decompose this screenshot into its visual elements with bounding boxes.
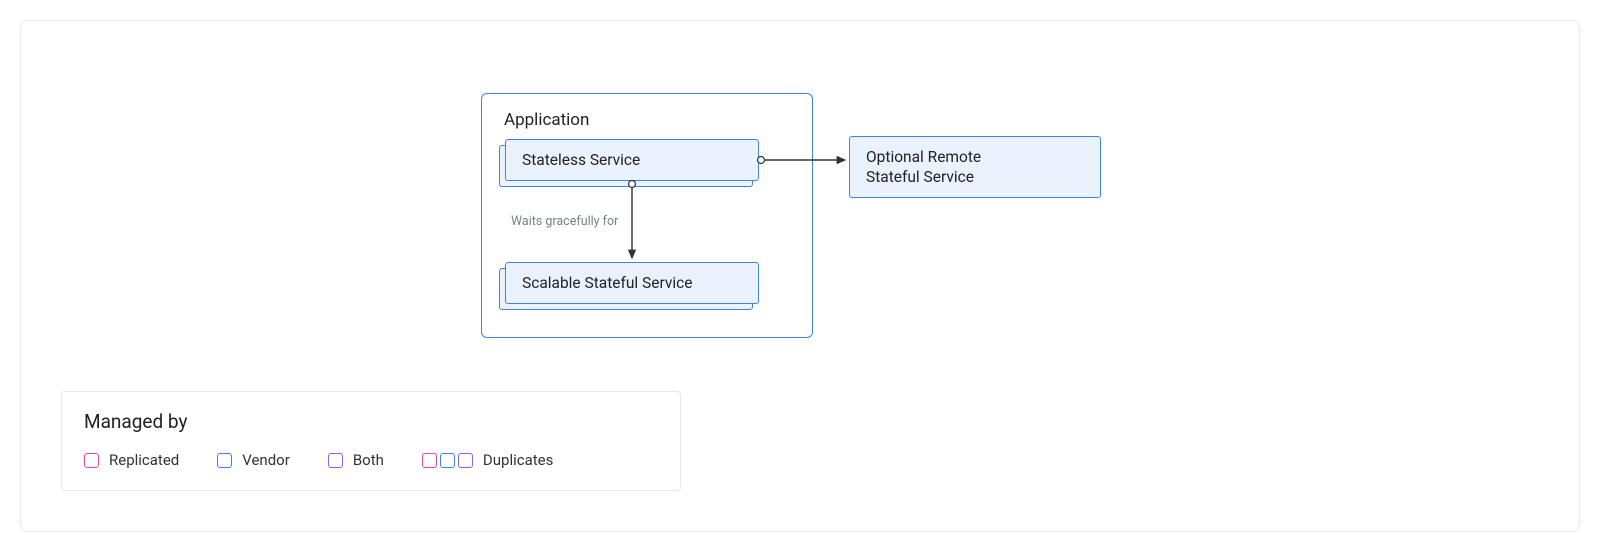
legend-label: Duplicates — [483, 451, 553, 469]
stateless-service-node: Stateless Service — [499, 145, 753, 187]
legend-label: Vendor — [242, 451, 290, 469]
swatch-both — [328, 453, 343, 468]
card-front: Scalable Stateful Service — [505, 262, 759, 304]
legend-label: Replicated — [109, 451, 179, 469]
swatch-replicated — [84, 453, 99, 468]
node-label: Stateless Service — [522, 151, 640, 169]
swatch-replicated — [422, 453, 437, 468]
swatch-vendor — [217, 453, 232, 468]
legend-row: Replicated Vendor Both Duplicates — [84, 451, 658, 469]
legend-item-duplicates: Duplicates — [422, 451, 553, 469]
swatch-group — [422, 453, 473, 468]
legend-item-both: Both — [328, 451, 384, 469]
legend-label: Both — [353, 451, 384, 469]
node-label-line2: Stateful Service — [866, 167, 1084, 187]
legend-item-vendor: Vendor — [217, 451, 290, 469]
diagram-canvas: Application Stateless Service Scalable S… — [20, 20, 1580, 532]
node-label-line1: Optional Remote — [866, 147, 1084, 167]
application-title: Application — [504, 110, 589, 130]
swatch-vendor — [440, 453, 455, 468]
swatch-both — [458, 453, 473, 468]
edge-label-waits: Waits gracefully for — [511, 214, 618, 229]
card-front: Stateless Service — [505, 139, 759, 181]
node-label: Scalable Stateful Service — [522, 274, 692, 292]
scalable-stateful-service-node: Scalable Stateful Service — [499, 268, 753, 310]
legend-item-replicated: Replicated — [84, 451, 179, 469]
legend-title: Managed by — [84, 410, 658, 433]
legend: Managed by Replicated Vendor Both Du — [61, 391, 681, 491]
remote-stateful-service-node: Optional Remote Stateful Service — [849, 136, 1101, 198]
